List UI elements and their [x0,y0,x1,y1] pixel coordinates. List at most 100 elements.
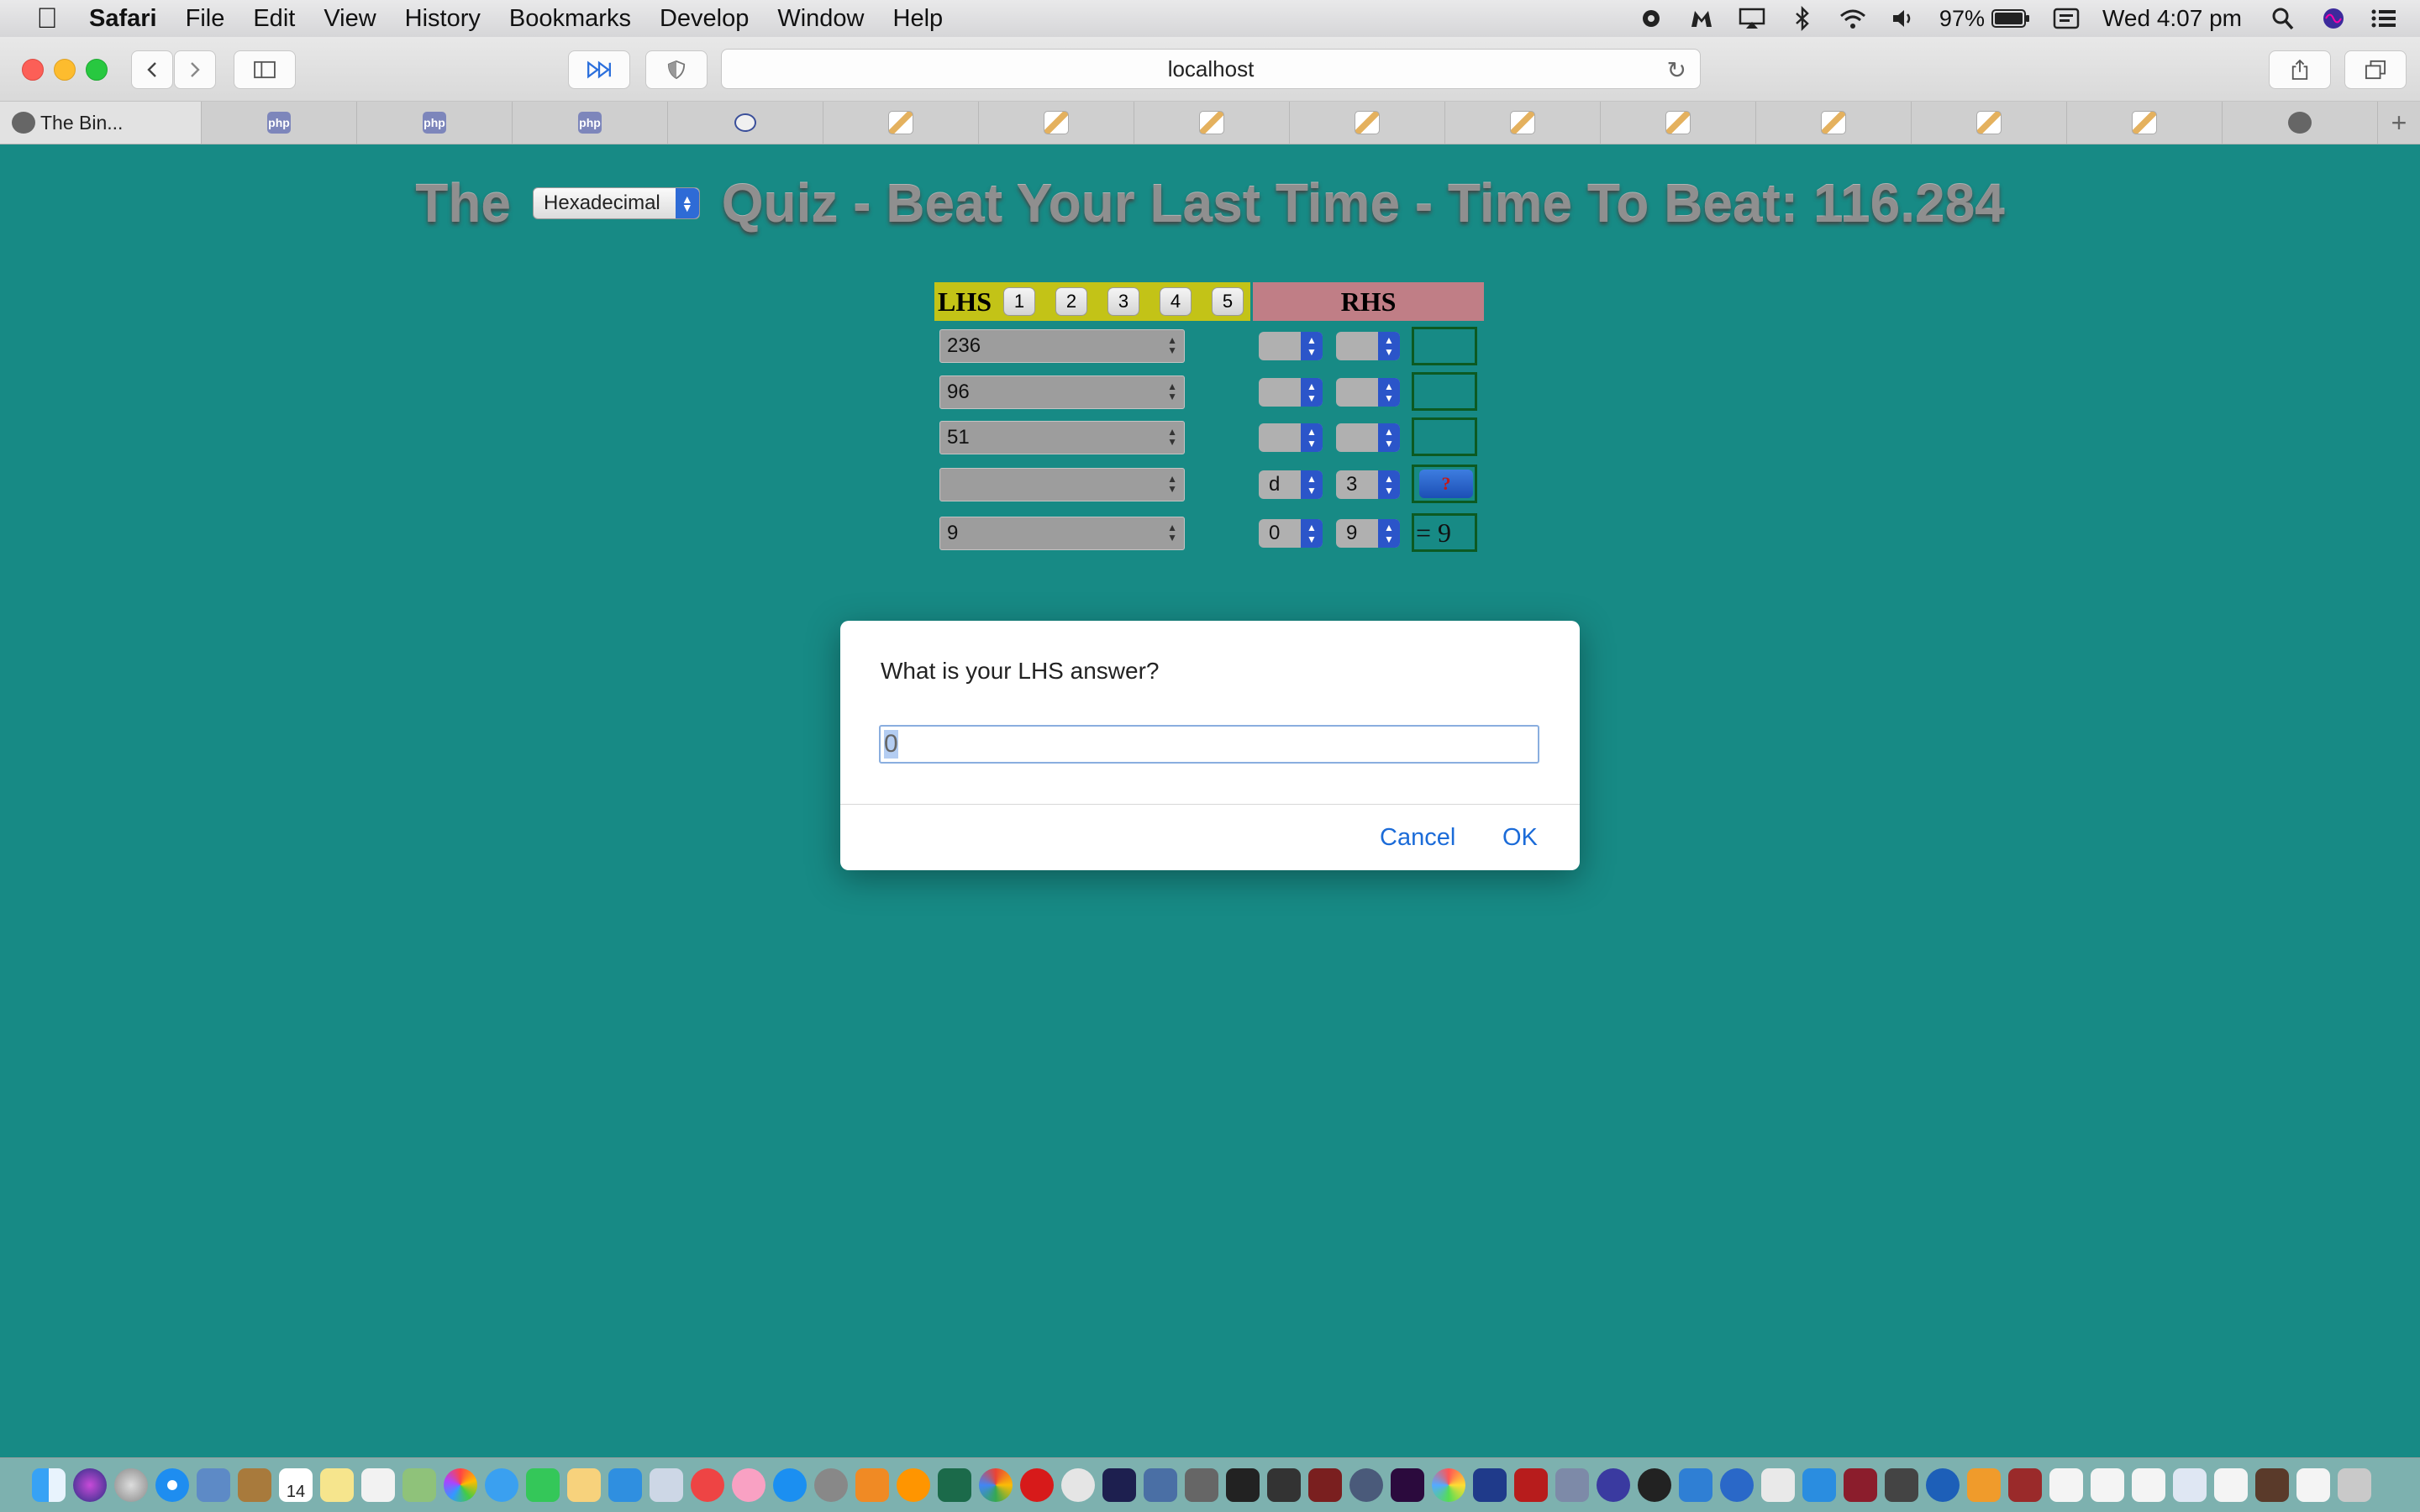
wine-icon[interactable] [1844,1468,1877,1502]
lhs-input-row-1[interactable]: 236 ▲ ▼ [939,329,1185,363]
firefox-icon[interactable] [897,1468,930,1502]
ok-button[interactable]: OK [1502,824,1538,852]
clock[interactable]: Wed 4:07 pm [2102,5,2242,32]
app-icon[interactable] [1679,1468,1712,1502]
app-icon[interactable] [1473,1468,1507,1502]
stepper-icon[interactable]: ▲ ▼ [1167,381,1177,402]
document-icon[interactable] [2214,1468,2248,1502]
tab-pen-8[interactable] [1912,102,2067,144]
menu-history[interactable]: History [405,5,481,33]
volume-icon[interactable] [1889,6,1918,31]
r-icon[interactable] [1349,1468,1383,1502]
lhs-input-row-3[interactable]: 51 ▲ ▼ [939,421,1185,454]
rhs-select-1-row-2[interactable]: ▲ ▼ [1259,378,1323,407]
menu-help[interactable]: Help [893,5,944,33]
tab-pen-7[interactable] [1756,102,1912,144]
app-icon[interactable] [1638,1468,1671,1502]
input-menu-icon[interactable] [2052,6,2081,31]
adobe-xd-icon[interactable] [1391,1468,1424,1502]
tab-pen-2[interactable] [979,102,1134,144]
rhs-select-2-row-3[interactable]: ▲ ▼ [1336,423,1400,452]
malwarebytes-icon[interactable] [1687,6,1716,31]
document-icon[interactable] [2049,1468,2083,1502]
tab-pen-1[interactable] [823,102,979,144]
news-icon[interactable] [691,1468,724,1502]
battery-icon[interactable] [1991,8,2030,29]
sidebar-button[interactable] [234,50,296,89]
app-icon[interactable] [1555,1468,1589,1502]
app-store-icon[interactable] [773,1468,807,1502]
status-app-icon[interactable] [1637,6,1665,31]
app-icon[interactable] [1926,1468,1960,1502]
app-icon[interactable] [1432,1468,1465,1502]
reminders-icon[interactable] [361,1468,395,1502]
airplay-icon[interactable] [1738,6,1766,31]
minimize-window-button[interactable] [54,59,76,81]
keynote-icon[interactable] [650,1468,683,1502]
privacy-shield-button[interactable] [645,50,708,89]
finder-icon[interactable] [32,1468,66,1502]
tab-pen-6[interactable] [1601,102,1756,144]
filezilla-icon[interactable] [1514,1468,1548,1502]
lhs-button-4[interactable]: 4 [1160,287,1192,316]
app-icon[interactable] [1308,1468,1342,1502]
messages-icon[interactable] [485,1468,518,1502]
chrome-icon[interactable] [979,1468,1013,1502]
maps-icon[interactable] [402,1468,436,1502]
app-icon[interactable] [1720,1468,1754,1502]
app-icon[interactable] [1761,1468,1795,1502]
menu-develop[interactable]: Develop [660,5,749,33]
tab-afl[interactable] [668,102,823,144]
document-icon[interactable] [2173,1468,2207,1502]
launchpad-icon[interactable] [114,1468,148,1502]
forward-button[interactable] [174,50,216,89]
menu-file[interactable]: File [186,5,225,33]
rhs-select-2-row-5[interactable]: 9 ▲ ▼ [1336,519,1400,548]
zoom-window-button[interactable] [86,59,108,81]
lhs-input-row-2[interactable]: 96 ▲ ▼ [939,375,1185,409]
tab-active[interactable]: The Bin... [0,102,202,144]
xcode-icon[interactable] [1802,1468,1836,1502]
document-icon[interactable] [2091,1468,2124,1502]
pages-icon[interactable] [567,1468,601,1502]
base-select[interactable]: Hexadecimal ▲ ▼ [533,187,700,219]
opera-icon[interactable] [1020,1468,1054,1502]
menu-window[interactable]: Window [777,5,864,33]
rhs-select-1-row-4[interactable]: d ▲ ▼ [1259,470,1323,499]
notes-icon[interactable] [320,1468,354,1502]
safari-dock-icon[interactable] [155,1468,189,1502]
contacts-icon[interactable] [238,1468,271,1502]
system-preferences-icon[interactable] [814,1468,848,1502]
terminal-icon[interactable] [1226,1468,1260,1502]
tab-pen-5[interactable] [1445,102,1601,144]
app-icon[interactable] [1597,1468,1630,1502]
tab-pen-3[interactable] [1134,102,1290,144]
stepper-icon[interactable]: ▲ ▼ [1167,427,1177,447]
menu-view[interactable]: View [324,5,376,33]
dialog-answer-input[interactable]: 0 [879,725,1539,764]
rhs-select-1-row-3[interactable]: ▲ ▼ [1259,423,1323,452]
wifi-icon[interactable] [1839,6,1867,31]
calendar-icon[interactable]: 14 [279,1468,313,1502]
tab-php-3[interactable]: php [513,102,668,144]
ghost-app-icon[interactable] [1061,1468,1095,1502]
siri-dock-icon[interactable] [73,1468,107,1502]
app-icon[interactable] [938,1468,971,1502]
spotlight-search-icon[interactable] [2269,6,2297,31]
lhs-input-row-5[interactable]: 9 ▲ ▼ [939,517,1185,550]
stepper-icon[interactable]: ▲ ▼ [1167,335,1177,355]
siri-icon[interactable] [2319,6,2348,31]
photos-icon[interactable] [444,1468,477,1502]
rhs-select-1-row-1[interactable]: ▲ ▼ [1259,332,1323,360]
check-answer-button[interactable]: ? [1419,470,1473,498]
share-button[interactable] [2269,50,2331,89]
sublime-icon[interactable] [855,1468,889,1502]
app-icon[interactable] [1144,1468,1177,1502]
menu-bookmarks[interactable]: Bookmarks [509,5,631,33]
books-icon[interactable] [1967,1468,2001,1502]
notification-center-icon[interactable] [2370,6,2398,31]
document-icon[interactable] [2132,1468,2165,1502]
rhs-select-2-row-4[interactable]: 3 ▲ ▼ [1336,470,1400,499]
music-icon[interactable] [732,1468,765,1502]
trash-icon[interactable] [2338,1468,2371,1502]
